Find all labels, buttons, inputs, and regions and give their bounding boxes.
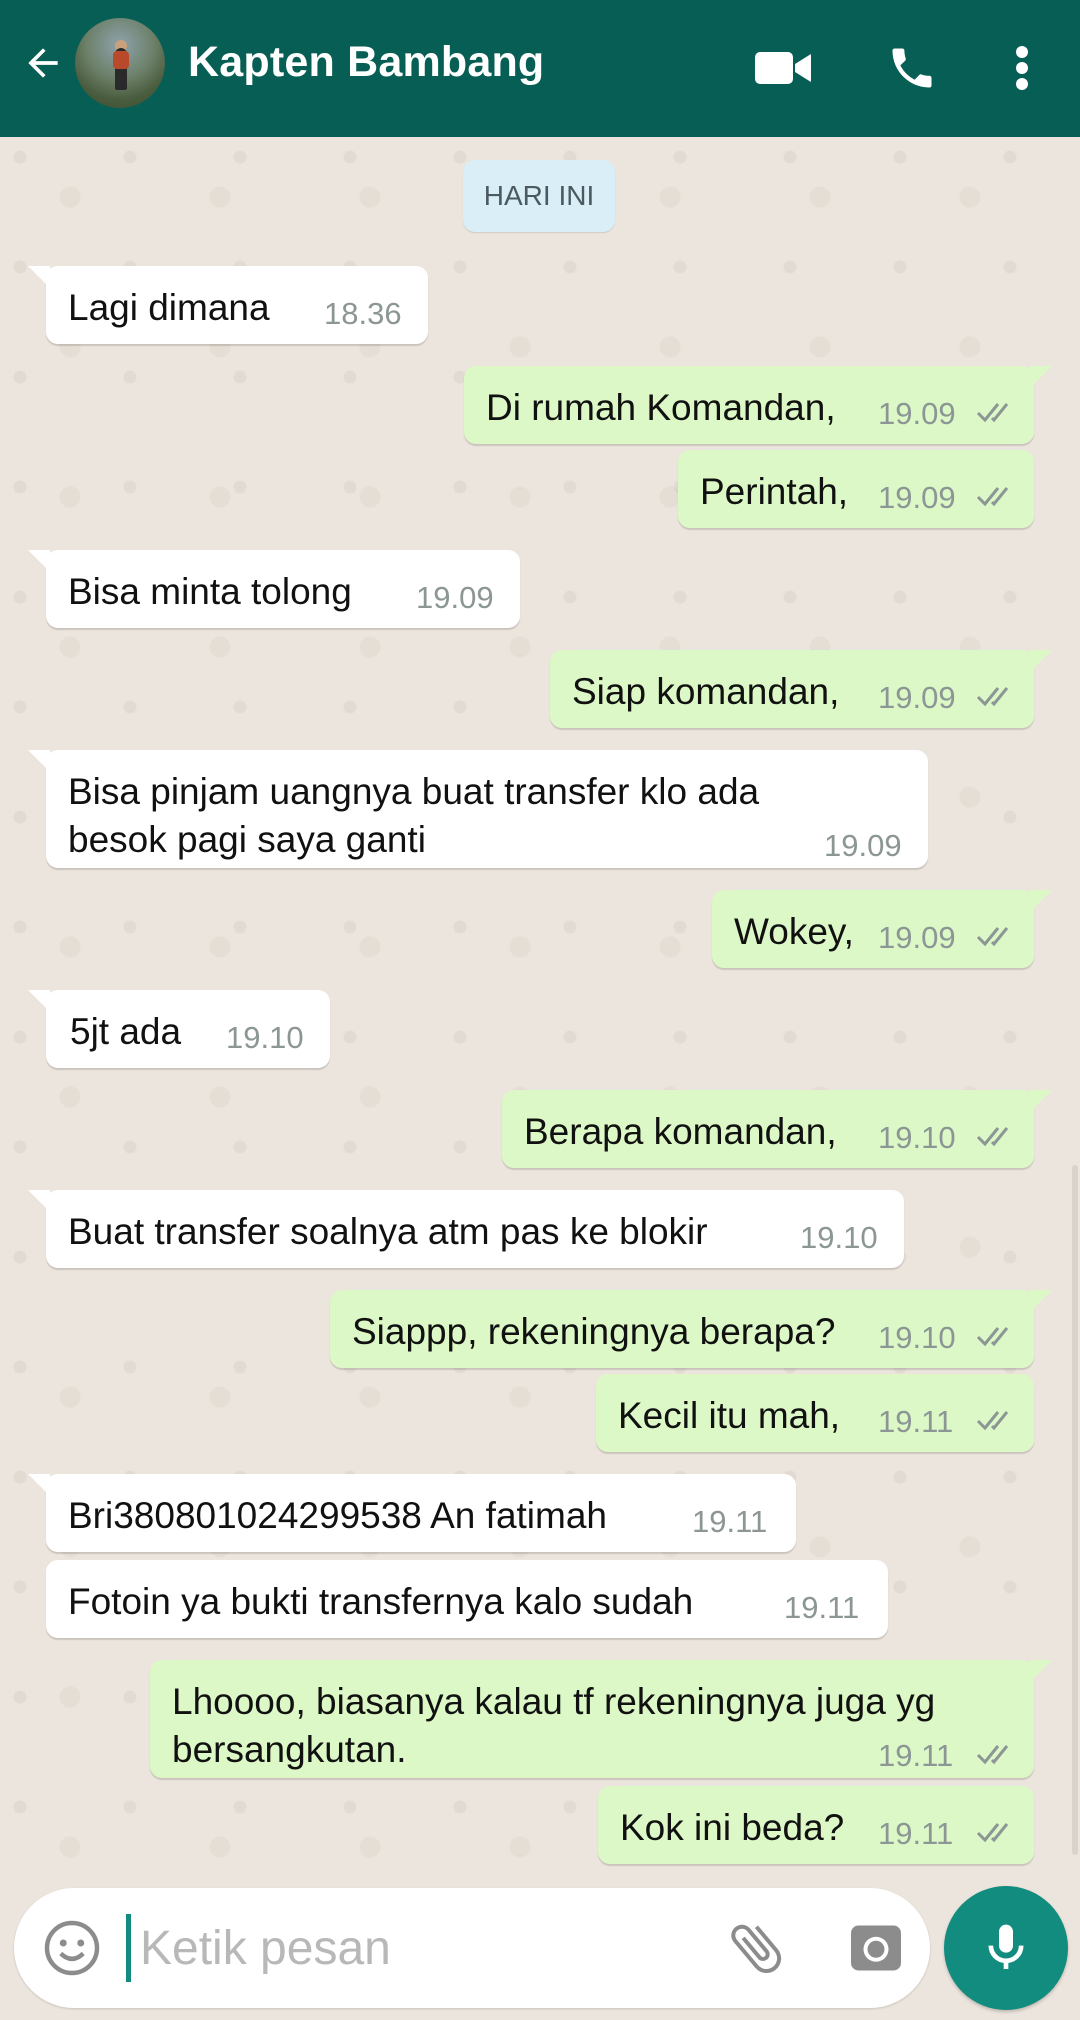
message-time: 19.09 (416, 580, 494, 615)
message-bubble-outgoing[interactable]: Wokey, 19.09 (712, 890, 1052, 968)
message-bubble-outgoing[interactable]: Lhoooo, biasanya kalau tf rekeningnya ju… (150, 1660, 1052, 1778)
read-ticks-icon (976, 1127, 1009, 1147)
message-bubble-outgoing[interactable]: Siap komandan, 19.09 (550, 650, 1052, 728)
message-text: Bisa minta tolong (68, 571, 352, 612)
message-time: 19.09 (878, 396, 956, 431)
more-vert-icon[interactable] (990, 36, 1054, 100)
message-bubble-incoming[interactable]: Bisa minta tolong 19.09 (28, 550, 520, 628)
message-text: Siappp, rekeningnya berapa? (352, 1311, 836, 1352)
read-ticks-icon (976, 687, 1009, 707)
message-text: Bisa pinjam uangnya buat transfer klo ad… (68, 771, 760, 860)
message-time: 19.11 (878, 1816, 954, 1851)
message-time: 18.36 (324, 296, 402, 331)
message-time: 19.11 (692, 1504, 768, 1539)
text-cursor (126, 1914, 131, 1982)
message-bubble-incoming[interactable]: Lagi dimana 18.36 (28, 266, 428, 344)
message-bubble-incoming[interactable]: Fotoin ya bukti transfernya kalo sudah 1… (46, 1560, 888, 1638)
read-ticks-icon (976, 487, 1009, 507)
message-time: 19.10 (800, 1220, 878, 1255)
read-ticks-icon (976, 1745, 1009, 1765)
message-time: 19.10 (878, 1320, 956, 1355)
microphone-button[interactable] (944, 1886, 1068, 2010)
message-input[interactable] (140, 1912, 700, 1984)
message-text: Kok ini beda? (620, 1807, 845, 1848)
message-bubble-outgoing[interactable]: Berapa komandan, 19.10 (502, 1090, 1052, 1168)
message-bubble-outgoing[interactable]: Perintah, 19.09 (678, 450, 1034, 528)
video-call-icon[interactable] (752, 36, 816, 100)
message-text: Lagi dimana (68, 287, 270, 328)
read-ticks-icon (976, 1823, 1009, 1843)
microphone-icon (988, 1924, 1024, 1969)
message-bubble-incoming[interactable]: Bri380801024299538 An fatimah 19.11 (28, 1474, 796, 1552)
message-bubble-incoming[interactable]: Bisa pinjam uangnya buat transfer klo ad… (28, 750, 928, 868)
message-time: 19.09 (878, 920, 956, 955)
message-bubble-outgoing[interactable]: Kecil itu mah, 19.11 (596, 1374, 1034, 1452)
message-text: Fotoin ya bukti transfernya kalo sudah (68, 1581, 694, 1622)
message-time: 19.09 (878, 480, 956, 515)
contact-name[interactable]: Kapten Bambang (188, 38, 544, 87)
message-time: 19.10 (226, 1020, 304, 1055)
message-time: 19.09 (878, 680, 956, 715)
back-arrow-icon[interactable] (18, 38, 68, 88)
message-bubble-incoming[interactable]: Buat transfer soalnya atm pas ke blokir … (28, 1190, 904, 1268)
message-text: Siap komandan, (572, 671, 840, 712)
message-time: 19.10 (878, 1120, 956, 1155)
scrollbar[interactable] (1072, 1165, 1078, 1855)
phone-icon[interactable] (880, 36, 944, 100)
chat-header: Kapten Bambang (0, 0, 1080, 137)
message-text: Bri380801024299538 An fatimah (68, 1495, 607, 1536)
emoji-icon[interactable] (42, 1918, 102, 1978)
message-bubble-outgoing[interactable]: Siappp, rekeningnya berapa? 19.10 (330, 1290, 1052, 1368)
read-ticks-icon (976, 1411, 1009, 1431)
message-bubble-outgoing[interactable]: Di rumah Komandan, 19.09 (464, 366, 1052, 444)
message-time: 19.09 (824, 828, 902, 863)
date-chip: HARI INI (463, 160, 615, 232)
camera-icon[interactable] (846, 1918, 906, 1978)
message-input-bar (14, 1888, 930, 2008)
read-ticks-icon (976, 927, 1009, 947)
message-text: Kecil itu mah, (618, 1395, 841, 1436)
message-text: 5jt ada (70, 1011, 182, 1052)
message-bubble-incoming[interactable]: 5jt ada 19.10 (28, 990, 330, 1068)
read-ticks-icon (976, 1327, 1009, 1347)
message-time: 19.11 (784, 1590, 860, 1625)
message-text: Di rumah Komandan, (486, 387, 836, 428)
message-text: Buat transfer soalnya atm pas ke blokir (68, 1211, 708, 1252)
message-time: 19.11 (878, 1738, 954, 1773)
message-bubble-outgoing[interactable]: Kok ini beda? 19.11 (598, 1786, 1034, 1864)
attachment-icon[interactable] (724, 1916, 788, 1980)
message-text: Berapa komandan, (524, 1111, 837, 1152)
message-text: Perintah, (700, 471, 849, 512)
avatar[interactable] (75, 18, 165, 108)
message-text: Wokey, (734, 911, 854, 952)
message-time: 19.11 (878, 1404, 954, 1439)
read-ticks-icon (976, 403, 1009, 423)
